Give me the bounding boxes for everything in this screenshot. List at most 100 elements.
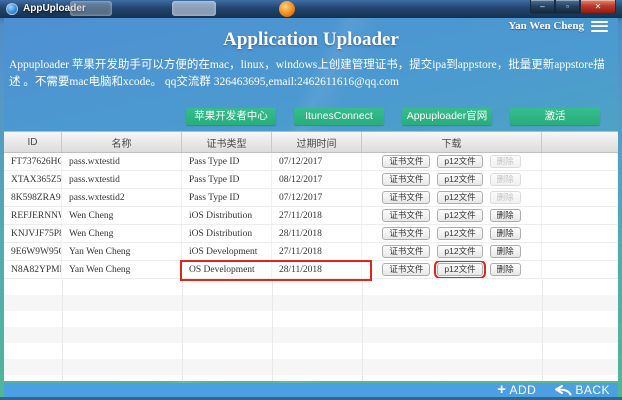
add-label: ADD (509, 383, 537, 397)
page-title: Application Uploader (223, 29, 399, 50)
cell-download: 证书文件 p12文件 删除 (362, 243, 542, 260)
table-row[interactable]: FT737626HC pass.wxtestid Pass Type ID 07… (4, 153, 618, 171)
client-area: Yan Wen Cheng Application Uploader Appup… (4, 18, 618, 397)
column-header-blank (542, 132, 618, 152)
appuploader-site-button[interactable]: Appuploader官网 (402, 108, 492, 125)
app-description: Appuploader 苹果开发助手可以方便的在mac，linux，window… (9, 59, 605, 88)
table-row[interactable]: N8A82YPMR9 Yan Wen Cheng OS Development … (4, 260, 618, 281)
cell-type: Pass Type ID (182, 171, 272, 188)
back-arrow-icon (555, 384, 572, 395)
cert-file-button[interactable]: 证书文件 (382, 191, 431, 204)
minimize-button[interactable]: – (530, 0, 555, 14)
table-row[interactable]: XTAX365Z55 pass.wxtestid Pass Type ID 08… (4, 171, 618, 189)
cert-file-button[interactable]: 证书文件 (382, 155, 431, 168)
cell-name: pass.wxtestid (62, 171, 182, 188)
table-row[interactable]: REFJERNNWW Wen Cheng iOS Distribution 27… (4, 207, 618, 225)
cell-download: 证书文件 p12文件 删除 (362, 189, 542, 206)
cell-id: KNJVJF75P8 (4, 225, 62, 242)
table-row[interactable]: 9E6W9W95QJ Yan Wen Cheng iOS Development… (4, 243, 618, 261)
delete-button[interactable]: 删除 (489, 155, 521, 168)
firefox-icon (279, 1, 295, 17)
cell-expire: 28/11/2018 (272, 261, 362, 278)
cert-file-button[interactable]: 证书文件 (382, 245, 431, 258)
cell-blank (542, 153, 618, 170)
cert-file-button[interactable]: 证书文件 (382, 173, 431, 186)
cell-expire: 28/11/2018 (272, 225, 362, 242)
itunes-connect-button[interactable]: ItunesConnect (294, 108, 384, 125)
p12-file-button[interactable]: p12文件 (437, 191, 483, 204)
cell-download: 证书文件 p12文件 删除 (362, 153, 542, 170)
p12-file-button[interactable]: p12文件 (434, 261, 486, 278)
cell-type: OS Development (182, 261, 272, 278)
cell-id: N8A82YPMR9 (4, 261, 62, 278)
footer-bar: + ADD BACK (4, 382, 618, 397)
window-titlebar: AppUploader – ▫ ✕ (0, 0, 622, 18)
cell-blank (542, 207, 618, 224)
window-controls: – ▫ ✕ (530, 0, 616, 14)
cell-name: Wen Cheng (62, 207, 182, 224)
cell-id: REFJERNNWW (4, 207, 62, 224)
cert-file-button[interactable]: 证书文件 (382, 263, 431, 276)
cell-download: 证书文件 p12文件 删除 (362, 207, 542, 224)
user-name: Yan Wen Cheng (508, 20, 584, 32)
column-header-download: 下载 (362, 132, 542, 152)
cell-id: XTAX365Z55 (4, 171, 62, 188)
toolbar: 苹果开发者中心 ItunesConnect Appuploader官网 激活 (4, 108, 600, 125)
add-button[interactable]: + ADD (497, 382, 537, 397)
cell-download: 证书文件 p12文件 删除 (362, 261, 542, 278)
column-header-type: 证书类型 (182, 132, 272, 152)
hamburger-menu-icon[interactable] (591, 20, 608, 32)
cell-expire: 27/11/2018 (272, 207, 362, 224)
table-body: FT737626HC pass.wxtestid Pass Type ID 07… (4, 153, 618, 281)
cell-name: pass.wxtestid2 (62, 189, 182, 206)
cell-name: Wen Cheng (62, 225, 182, 242)
cell-blank (542, 171, 618, 188)
taskbar-glass-icon (172, 1, 216, 16)
cell-expire: 07/12/2017 (272, 153, 362, 170)
cell-blank (542, 225, 618, 242)
maximize-button[interactable]: ▫ (555, 0, 580, 14)
cell-blank (542, 243, 618, 260)
cell-name: pass.wxtestid (62, 153, 182, 170)
taskbar-glass-icon (70, 1, 112, 16)
user-row: Yan Wen Cheng (508, 20, 608, 32)
delete-button[interactable]: 删除 (489, 209, 521, 222)
table-row[interactable]: KNJVJF75P8 Wen Cheng iOS Distribution 28… (4, 225, 618, 243)
cell-id: FT737626HC (4, 153, 62, 170)
cell-type: Pass Type ID (182, 189, 272, 206)
close-button[interactable]: ✕ (580, 0, 616, 14)
cell-id: 9E6W9W95QJ (4, 243, 62, 260)
p12-file-button[interactable]: p12文件 (437, 227, 483, 240)
activate-button[interactable]: 激活 (510, 108, 600, 125)
cell-id: 8K598ZRA95 (4, 189, 62, 206)
delete-button[interactable]: 删除 (489, 245, 521, 258)
delete-button[interactable]: 删除 (489, 227, 521, 240)
column-header-name: 名称 (62, 132, 182, 152)
cell-expire: 27/11/2018 (272, 243, 362, 260)
cell-type: Pass Type ID (182, 153, 272, 170)
table-header-row: ID 名称 证书类型 过期时间 下载 (4, 132, 618, 153)
delete-button[interactable]: 删除 (489, 263, 521, 276)
cell-blank (542, 261, 618, 278)
cert-file-button[interactable]: 证书文件 (382, 209, 431, 222)
cell-name: Yan Wen Cheng (62, 243, 182, 260)
delete-button[interactable]: 删除 (489, 191, 521, 204)
p12-file-button[interactable]: p12文件 (437, 155, 483, 168)
back-button[interactable]: BACK (554, 383, 610, 397)
cell-name: Yan Wen Cheng (62, 261, 182, 278)
table-row[interactable]: 8K598ZRA95 pass.wxtestid2 Pass Type ID 0… (4, 189, 618, 207)
cell-expire: 07/12/2017 (272, 189, 362, 206)
delete-button[interactable]: 删除 (489, 173, 521, 186)
cert-file-button[interactable]: 证书文件 (382, 227, 431, 240)
column-gridlines (4, 279, 618, 381)
certificates-table: ID 名称 证书类型 过期时间 下载 FT737626HC pass.wxtes… (4, 131, 618, 381)
cell-download: 证书文件 p12文件 删除 (362, 225, 542, 242)
cell-download: 证书文件 p12文件 删除 (362, 171, 542, 188)
p12-file-button[interactable]: p12文件 (437, 209, 483, 222)
apple-dev-center-button[interactable]: 苹果开发者中心 (186, 108, 276, 125)
p12-file-button[interactable]: p12文件 (437, 245, 483, 258)
cell-blank (542, 189, 618, 206)
p12-file-button[interactable]: p12文件 (437, 173, 483, 186)
table-empty-area (4, 279, 618, 381)
column-header-id: ID (4, 132, 62, 152)
